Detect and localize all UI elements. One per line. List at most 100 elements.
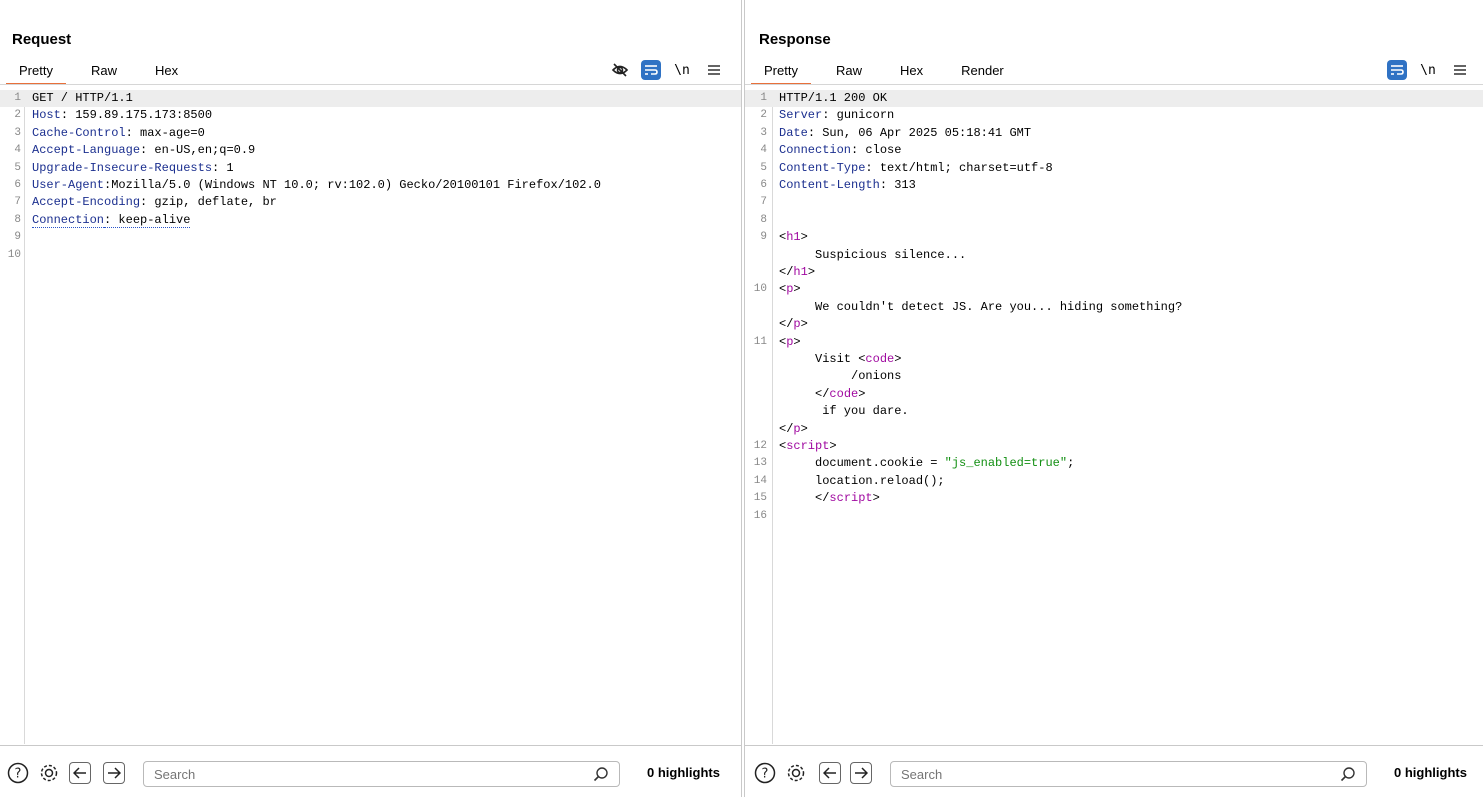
code-token: > bbox=[829, 439, 837, 453]
code-token: : text/html; charset=utf-8 bbox=[865, 160, 1053, 175]
tab-render[interactable]: Render bbox=[948, 60, 1017, 85]
code-token: > bbox=[800, 230, 808, 245]
request-editor[interactable]: 1 GET / HTTP/1.1 2 Host: 159.89.175.173:850… bbox=[0, 90, 741, 744]
code-token: > bbox=[793, 334, 801, 349]
eye-slash-icon[interactable] bbox=[609, 59, 631, 81]
line-number: 4 bbox=[14, 144, 21, 157]
menu-icon[interactable] bbox=[703, 59, 725, 81]
response-editor[interactable]: 1 HTTP/1.1 200 OK 2 Server: gunicorn 3 Date: … bbox=[745, 90, 1483, 744]
code-line: /onions bbox=[745, 368, 1483, 385]
code-token: </ bbox=[779, 491, 830, 506]
code-token: Content-Type bbox=[779, 160, 866, 175]
tab-raw[interactable]: Raw bbox=[78, 60, 130, 85]
code-token: Date bbox=[779, 125, 808, 140]
code-line: 5 Upgrade-Insecure-Requests: 1 bbox=[0, 160, 741, 177]
line-number: 10 bbox=[7, 248, 21, 261]
code-line: </p> bbox=[745, 316, 1483, 333]
line-text: Server: gunicorn bbox=[779, 107, 894, 124]
svg-text:?: ? bbox=[762, 767, 769, 782]
settings-gear-icon[interactable] bbox=[785, 762, 807, 784]
line-number: 6 bbox=[760, 179, 767, 191]
code-token: /onions bbox=[779, 369, 902, 384]
code-token: : close bbox=[851, 143, 902, 158]
forward-arrow-icon[interactable] bbox=[103, 762, 125, 784]
code-token: </ bbox=[779, 317, 794, 332]
help-icon[interactable]: ? bbox=[7, 762, 29, 784]
code-line: 3 Date: Sun, 06 Apr 2025 05:18:41 GMT bbox=[745, 125, 1483, 142]
tab-hex[interactable]: Hex bbox=[887, 60, 936, 85]
wrap-icon[interactable] bbox=[1387, 60, 1407, 80]
back-arrow-icon[interactable] bbox=[819, 762, 841, 784]
code-token: User-Agent bbox=[32, 178, 105, 192]
code-line: 1 HTTP/1.1 200 OK bbox=[745, 90, 1483, 108]
request-footer: ? 0 highlights bbox=[0, 745, 741, 797]
line-text: Connection: close bbox=[779, 142, 901, 159]
line-text: <p> bbox=[779, 281, 801, 298]
code-token: p bbox=[793, 421, 801, 436]
search-icon[interactable] bbox=[593, 766, 609, 782]
line-text: Suspicious silence... bbox=[779, 247, 966, 264]
line-text: </script> bbox=[779, 490, 880, 507]
search-input[interactable] bbox=[144, 762, 619, 786]
line-text: /onions bbox=[779, 368, 901, 385]
svg-text:?: ? bbox=[15, 767, 22, 782]
code-token: :Mozilla/5.0 (Windows NT 10.0; rv:102.0)… bbox=[104, 178, 601, 192]
search-icon[interactable] bbox=[1340, 766, 1356, 782]
code-token: script bbox=[829, 491, 873, 506]
code-token: > bbox=[858, 386, 866, 401]
line-text: </h1> bbox=[779, 264, 815, 281]
tab-hex[interactable]: Hex bbox=[142, 60, 191, 85]
line-number: 3 bbox=[14, 126, 21, 139]
code-token: script bbox=[786, 439, 830, 453]
code-token: > bbox=[807, 265, 816, 279]
menu-icon[interactable] bbox=[1449, 59, 1471, 81]
request-tabs: Pretty Raw Hex bbox=[6, 60, 203, 86]
tab-pretty[interactable]: Pretty bbox=[6, 60, 66, 85]
line-text: HTTP/1.1 200 OK bbox=[779, 90, 887, 107]
line-number: 8 bbox=[14, 213, 21, 226]
code-token: > bbox=[894, 352, 902, 366]
request-pane: Request Pretty Raw Hex \n 1 GET / HTTP/1.… bbox=[0, 0, 742, 797]
code-line: Suspicious silence... bbox=[745, 247, 1483, 264]
code-token: : 1 bbox=[212, 160, 234, 175]
newline-icon[interactable]: \n bbox=[1417, 59, 1439, 81]
line-text: Accept-Encoding: gzip, deflate, br bbox=[32, 194, 277, 211]
code-token: : 159.89.175.173:8500 bbox=[60, 108, 213, 123]
code-token: Connection bbox=[779, 143, 852, 158]
code-line: 13 document.cookie = "js_enabled=true"; bbox=[745, 455, 1483, 472]
highlights-count: 0 highlights bbox=[647, 765, 720, 780]
code-token: : max-age=0 bbox=[125, 125, 205, 140]
tab-raw[interactable]: Raw bbox=[823, 60, 875, 85]
line-text: Host: 159.89.175.173:8500 bbox=[32, 107, 212, 124]
line-number: 7 bbox=[760, 196, 767, 209]
help-icon[interactable]: ? bbox=[754, 762, 776, 784]
line-number: 14 bbox=[753, 474, 767, 487]
line-text: </p> bbox=[779, 421, 808, 438]
back-arrow-icon[interactable] bbox=[69, 762, 91, 784]
line-number: 2 bbox=[14, 109, 21, 122]
settings-gear-icon[interactable] bbox=[38, 762, 60, 784]
code-token: Visit < bbox=[779, 352, 866, 366]
code-line: We couldn't detect JS. Are you... hiding… bbox=[745, 299, 1483, 316]
code-token: Content-Length bbox=[779, 178, 880, 192]
line-number: 4 bbox=[760, 144, 767, 157]
line-text: <h1> bbox=[779, 229, 808, 246]
request-search bbox=[143, 761, 620, 787]
code-line: 5 Content-Type: text/html; charset=utf-8 bbox=[745, 160, 1483, 177]
wrap-icon[interactable] bbox=[641, 60, 661, 80]
line-text: location.reload(); bbox=[779, 473, 945, 490]
forward-arrow-icon[interactable] bbox=[850, 762, 872, 784]
code-token: Cache-Control bbox=[32, 125, 126, 140]
line-number: 15 bbox=[753, 492, 767, 505]
code-token: We couldn't detect JS. Are you... hiding… bbox=[779, 299, 1183, 314]
tab-pretty[interactable]: Pretty bbox=[751, 60, 811, 85]
code-line: </p> bbox=[745, 421, 1483, 438]
search-input[interactable] bbox=[891, 762, 1366, 786]
code-token: Accept-Language bbox=[32, 143, 141, 158]
line-text: <p> bbox=[779, 334, 801, 351]
line-number: 1 bbox=[760, 92, 767, 104]
code-line: 2 Server: gunicorn bbox=[745, 107, 1483, 124]
code-token: h1 bbox=[793, 265, 808, 279]
newline-icon[interactable]: \n bbox=[671, 59, 693, 81]
code-line: 9 <h1> bbox=[745, 229, 1483, 246]
